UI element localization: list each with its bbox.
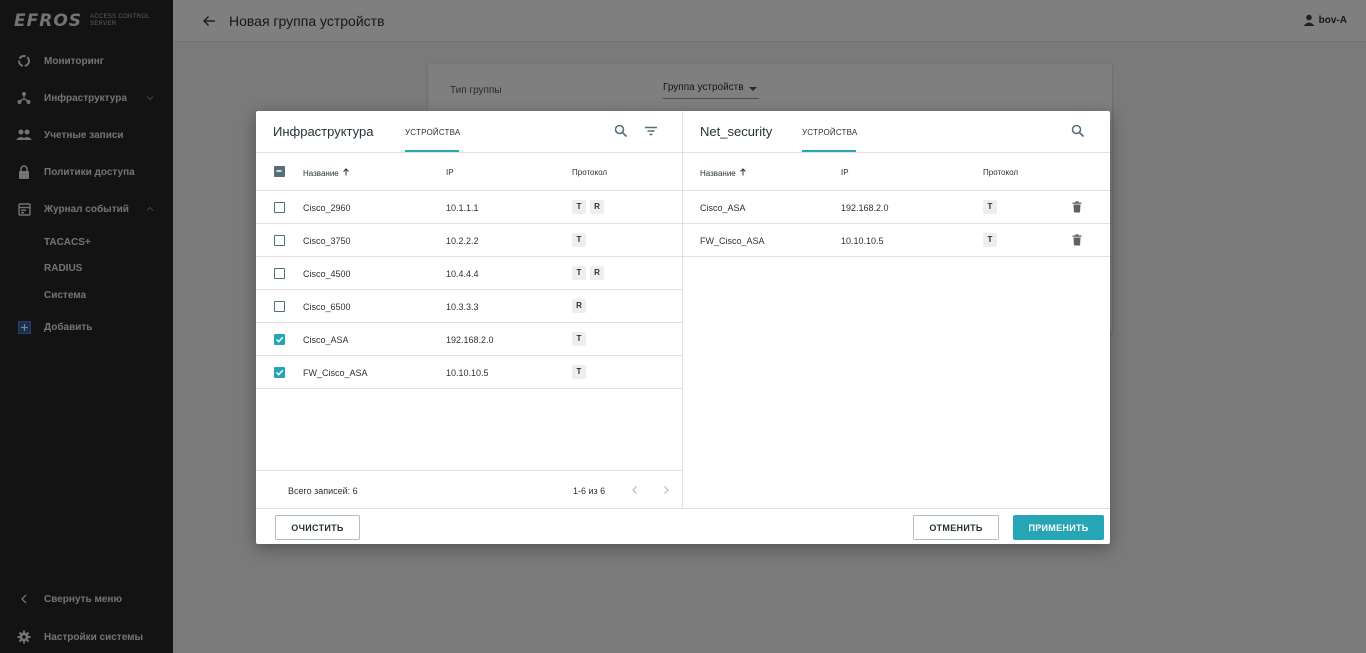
row-checkbox[interactable] xyxy=(274,367,285,378)
pane-header: Инфраструктура УСТРОЙСТВА xyxy=(256,111,682,153)
tab-active-indicator xyxy=(802,150,856,152)
device-name: FW_Cisco_ASA xyxy=(700,236,765,246)
device-protocols: T xyxy=(983,233,1001,247)
device-protocols: TR xyxy=(572,266,608,280)
filter-icon[interactable] xyxy=(644,124,658,138)
protocol-chip: T xyxy=(572,266,586,280)
delete-icon[interactable] xyxy=(1071,201,1083,213)
device-ip: 10.10.10.5 xyxy=(446,368,489,378)
chevron-left-icon[interactable] xyxy=(630,485,640,495)
sort-arrow-up-icon xyxy=(342,168,349,176)
column-name-label: Название xyxy=(303,169,339,178)
table-row[interactable]: Cisco_6500 10.3.3.3 R xyxy=(256,290,682,323)
device-protocols: T xyxy=(572,332,590,346)
column-name-label: Название xyxy=(700,169,736,178)
protocol-chip: R xyxy=(572,299,586,313)
device-picker-dialog: Инфраструктура УСТРОЙСТВА Название IP Пр… xyxy=(256,111,1110,544)
device-ip: 10.3.3.3 xyxy=(446,302,479,312)
table-footer: Всего записей: 6 1-6 из 6 xyxy=(256,470,682,508)
table-row[interactable]: Cisco_4500 10.4.4.4 T R xyxy=(256,257,682,290)
device-ip: 10.2.2.2 xyxy=(446,236,479,246)
device-ip: 10.10.10.5 xyxy=(841,236,884,246)
row-checkbox[interactable] xyxy=(274,334,285,345)
device-name: Cisco_6500 xyxy=(303,302,351,312)
device-protocols: T xyxy=(983,200,1001,214)
device-protocols: TR xyxy=(572,200,608,214)
device-name: FW_Cisco_ASA xyxy=(303,368,368,378)
group-pane: Net_security УСТРОЙСТВА Название IP Прот… xyxy=(683,111,1110,508)
table-row[interactable]: Cisco_ASA 192.168.2.0 T xyxy=(256,323,682,356)
device-ip: 10.1.1.1 xyxy=(446,203,479,213)
column-name[interactable]: Название xyxy=(303,168,350,178)
column-ip[interactable]: IP xyxy=(446,168,454,177)
protocol-chip: T xyxy=(572,332,586,346)
device-name: Cisco_ASA xyxy=(303,335,349,345)
search-icon[interactable] xyxy=(1071,124,1085,138)
device-ip: 192.168.2.0 xyxy=(841,203,889,213)
dialog-footer: ОЧИСТИТЬ ОТМЕНИТЬ ПРИМЕНИТЬ xyxy=(256,508,1110,544)
device-name: Cisco_3750 xyxy=(303,236,351,246)
column-ip[interactable]: IP xyxy=(841,168,849,177)
table-row[interactable]: FW_Cisco_ASA 10.10.10.5 T xyxy=(256,356,682,389)
table-row[interactable]: Cisco_2960 10.1.1.1 T R xyxy=(256,191,682,224)
device-name: Cisco_4500 xyxy=(303,269,351,279)
table-row[interactable]: FW_Cisco_ASA 10.10.10.5 T xyxy=(683,224,1110,257)
protocol-chip: R xyxy=(590,266,604,280)
device-name: Cisco_2960 xyxy=(303,203,351,213)
pane-title: Net_security xyxy=(700,124,773,139)
table-header: Название IP Протокол xyxy=(256,153,682,191)
total-records: Всего записей: 6 xyxy=(288,486,358,496)
tab-devices[interactable]: УСТРОЙСТВА xyxy=(802,128,857,137)
device-ip: 10.4.4.4 xyxy=(446,269,479,279)
column-protocol[interactable]: Протокол xyxy=(572,168,607,177)
protocol-chip: T xyxy=(983,233,997,247)
protocol-chip: T xyxy=(983,200,997,214)
chevron-right-icon[interactable] xyxy=(661,485,671,495)
clear-button[interactable]: ОЧИСТИТЬ xyxy=(275,515,360,540)
device-protocols: T xyxy=(572,365,590,379)
pane-title: Инфраструктура xyxy=(273,124,374,139)
row-checkbox[interactable] xyxy=(274,202,285,213)
column-protocol[interactable]: Протокол xyxy=(983,168,1018,177)
protocol-chip: T xyxy=(572,200,586,214)
row-checkbox[interactable] xyxy=(274,301,285,312)
row-checkbox[interactable] xyxy=(274,268,285,279)
protocol-chip: T xyxy=(572,365,586,379)
tab-devices[interactable]: УСТРОЙСТВА xyxy=(405,128,460,137)
table-header: Название IP Протокол xyxy=(683,153,1110,191)
select-all-checkbox[interactable] xyxy=(274,166,285,177)
device-protocols: R xyxy=(572,299,590,313)
device-protocols: T xyxy=(572,233,590,247)
row-checkbox[interactable] xyxy=(274,235,285,246)
protocol-chip: T xyxy=(572,233,586,247)
column-name[interactable]: Название xyxy=(700,168,747,178)
table-row[interactable]: Cisco_3750 10.2.2.2 T xyxy=(256,224,682,257)
delete-icon[interactable] xyxy=(1071,234,1083,246)
table-row[interactable]: Cisco_ASA 192.168.2.0 T xyxy=(683,191,1110,224)
device-ip: 192.168.2.0 xyxy=(446,335,494,345)
search-icon[interactable] xyxy=(614,124,628,138)
apply-button[interactable]: ПРИМЕНИТЬ xyxy=(1013,515,1104,540)
pane-header: Net_security УСТРОЙСТВА xyxy=(683,111,1110,153)
device-name: Cisco_ASA xyxy=(700,203,746,213)
protocol-chip: R xyxy=(590,200,604,214)
pagination-range: 1-6 из 6 xyxy=(573,486,606,496)
tab-active-indicator xyxy=(405,150,459,152)
infrastructure-pane: Инфраструктура УСТРОЙСТВА Название IP Пр… xyxy=(256,111,683,508)
cancel-button[interactable]: ОТМЕНИТЬ xyxy=(913,515,999,540)
sort-arrow-up-icon xyxy=(739,168,746,176)
